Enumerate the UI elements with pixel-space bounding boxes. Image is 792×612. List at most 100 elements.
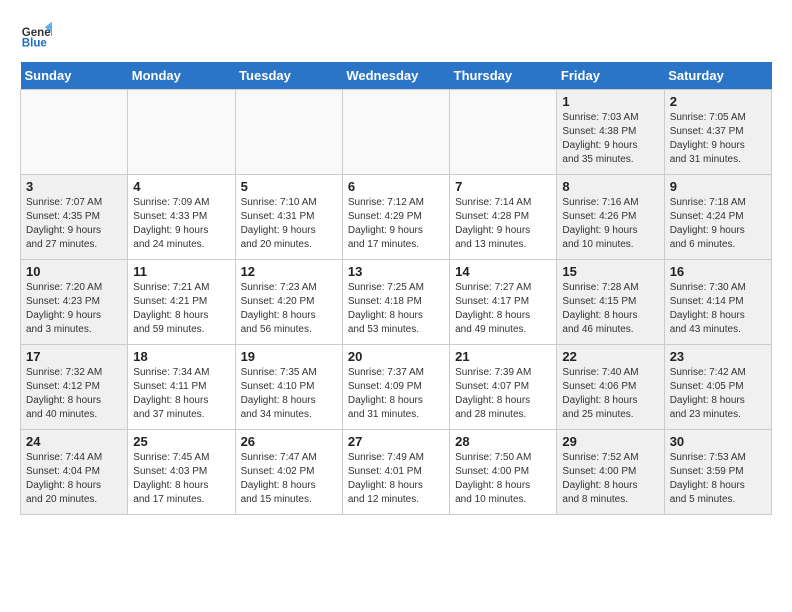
calendar-cell: 13 Sunrise: 7:25 AM Sunset: 4:18 PM Dayli… <box>342 260 449 345</box>
day-info: Sunrise: 7:16 AM Sunset: 4:26 PM Dayligh… <box>562 196 658 252</box>
day-info: Sunrise: 7:09 AM Sunset: 4:33 PM Dayligh… <box>133 196 229 252</box>
day-info: Sunrise: 7:21 AM Sunset: 4:21 PM Dayligh… <box>133 281 229 337</box>
logo-icon: General Blue <box>20 20 52 52</box>
logo: General Blue <box>20 20 52 52</box>
day-number: 26 <box>241 434 337 449</box>
calendar-cell: 5 Sunrise: 7:10 AM Sunset: 4:31 PM Daylig… <box>235 175 342 260</box>
calendar-cell <box>128 90 235 175</box>
calendar-cell: 30Sunrise: 7:53 AM Sunset: 3:59 PM Dayli… <box>664 430 771 515</box>
day-info: Sunrise: 7:39 AM Sunset: 4:07 PM Dayligh… <box>455 366 551 422</box>
day-info: Sunrise: 7:18 AM Sunset: 4:24 PM Dayligh… <box>670 196 766 252</box>
calendar-cell: 11 Sunrise: 7:21 AM Sunset: 4:21 PM Dayli… <box>128 260 235 345</box>
calendar-cell: 18Sunrise: 7:34 AM Sunset: 4:11 PM Dayli… <box>128 345 235 430</box>
day-info: Sunrise: 7:20 AM Sunset: 4:23 PM Dayligh… <box>26 281 122 337</box>
day-number: 21 <box>455 349 551 364</box>
calendar-cell: 3 Sunrise: 7:07 AM Sunset: 4:35 PM Daylig… <box>21 175 128 260</box>
weekday-header: Saturday <box>664 62 771 90</box>
day-number: 28 <box>455 434 551 449</box>
day-info: Sunrise: 7:40 AM Sunset: 4:06 PM Dayligh… <box>562 366 658 422</box>
calendar-week-row: 10 Sunrise: 7:20 AM Sunset: 4:23 PM Dayli… <box>21 260 772 345</box>
calendar-cell: 25 Sunrise: 7:45 AM Sunset: 4:03 PM Dayli… <box>128 430 235 515</box>
calendar-week-row: 17Sunrise: 7:32 AM Sunset: 4:12 PM Dayli… <box>21 345 772 430</box>
day-number: 20 <box>348 349 444 364</box>
day-number: 9 <box>670 179 766 194</box>
day-number: 8 <box>562 179 658 194</box>
calendar-cell: 29Sunrise: 7:52 AM Sunset: 4:00 PM Dayli… <box>557 430 664 515</box>
day-number: 3 <box>26 179 122 194</box>
calendar-cell: 6 Sunrise: 7:12 AM Sunset: 4:29 PM Daylig… <box>342 175 449 260</box>
calendar-body: 1 Sunrise: 7:03 AM Sunset: 4:38 PM Daylig… <box>21 90 772 515</box>
calendar-cell: 23 Sunrise: 7:42 AM Sunset: 4:05 PM Dayli… <box>664 345 771 430</box>
day-info: Sunrise: 7:05 AM Sunset: 4:37 PM Dayligh… <box>670 111 766 167</box>
day-number: 27 <box>348 434 444 449</box>
day-info: Sunrise: 7:50 AM Sunset: 4:00 PM Dayligh… <box>455 451 551 507</box>
day-number: 4 <box>133 179 229 194</box>
day-info: Sunrise: 7:47 AM Sunset: 4:02 PM Dayligh… <box>241 451 337 507</box>
day-number: 16 <box>670 264 766 279</box>
day-number: 15 <box>562 264 658 279</box>
day-number: 10 <box>26 264 122 279</box>
calendar-week-row: 3 Sunrise: 7:07 AM Sunset: 4:35 PM Daylig… <box>21 175 772 260</box>
weekday-header: Monday <box>128 62 235 90</box>
day-info: Sunrise: 7:12 AM Sunset: 4:29 PM Dayligh… <box>348 196 444 252</box>
day-info: Sunrise: 7:07 AM Sunset: 4:35 PM Dayligh… <box>26 196 122 252</box>
page-header: General Blue <box>20 20 772 52</box>
calendar-cell: 14 Sunrise: 7:27 AM Sunset: 4:17 PM Dayli… <box>450 260 557 345</box>
day-info: Sunrise: 7:10 AM Sunset: 4:31 PM Dayligh… <box>241 196 337 252</box>
day-number: 13 <box>348 264 444 279</box>
day-number: 19 <box>241 349 337 364</box>
calendar-week-row: 1 Sunrise: 7:03 AM Sunset: 4:38 PM Daylig… <box>21 90 772 175</box>
day-number: 6 <box>348 179 444 194</box>
svg-text:Blue: Blue <box>22 38 48 50</box>
day-number: 1 <box>562 94 658 109</box>
day-number: 2 <box>670 94 766 109</box>
calendar-cell: 8 Sunrise: 7:16 AM Sunset: 4:26 PM Daylig… <box>557 175 664 260</box>
day-info: Sunrise: 7:53 AM Sunset: 3:59 PM Dayligh… <box>670 451 766 507</box>
calendar-cell: 27 Sunrise: 7:49 AM Sunset: 4:01 PM Dayli… <box>342 430 449 515</box>
day-number: 12 <box>241 264 337 279</box>
day-info: Sunrise: 7:44 AM Sunset: 4:04 PM Dayligh… <box>26 451 122 507</box>
calendar-cell: 16 Sunrise: 7:30 AM Sunset: 4:14 PM Dayli… <box>664 260 771 345</box>
calendar-cell: 24 Sunrise: 7:44 AM Sunset: 4:04 PM Dayli… <box>21 430 128 515</box>
day-number: 14 <box>455 264 551 279</box>
calendar-table: SundayMondayTuesdayWednesdayThursdayFrid… <box>20 62 772 515</box>
day-number: 25 <box>133 434 229 449</box>
day-info: Sunrise: 7:03 AM Sunset: 4:38 PM Dayligh… <box>562 111 658 167</box>
day-info: Sunrise: 7:42 AM Sunset: 4:05 PM Dayligh… <box>670 366 766 422</box>
day-info: Sunrise: 7:45 AM Sunset: 4:03 PM Dayligh… <box>133 451 229 507</box>
day-number: 5 <box>241 179 337 194</box>
calendar-cell: 1 Sunrise: 7:03 AM Sunset: 4:38 PM Daylig… <box>557 90 664 175</box>
calendar-header-row: SundayMondayTuesdayWednesdayThursdayFrid… <box>21 62 772 90</box>
day-number: 23 <box>670 349 766 364</box>
calendar-cell: 10 Sunrise: 7:20 AM Sunset: 4:23 PM Dayli… <box>21 260 128 345</box>
calendar-cell: 9 Sunrise: 7:18 AM Sunset: 4:24 PM Daylig… <box>664 175 771 260</box>
calendar-cell <box>235 90 342 175</box>
day-number: 11 <box>133 264 229 279</box>
day-info: Sunrise: 7:49 AM Sunset: 4:01 PM Dayligh… <box>348 451 444 507</box>
calendar-cell <box>21 90 128 175</box>
day-info: Sunrise: 7:23 AM Sunset: 4:20 PM Dayligh… <box>241 281 337 337</box>
day-info: Sunrise: 7:35 AM Sunset: 4:10 PM Dayligh… <box>241 366 337 422</box>
calendar-cell: 17Sunrise: 7:32 AM Sunset: 4:12 PM Dayli… <box>21 345 128 430</box>
day-info: Sunrise: 7:27 AM Sunset: 4:17 PM Dayligh… <box>455 281 551 337</box>
day-number: 7 <box>455 179 551 194</box>
day-number: 22 <box>562 349 658 364</box>
day-info: Sunrise: 7:34 AM Sunset: 4:11 PM Dayligh… <box>133 366 229 422</box>
day-info: Sunrise: 7:25 AM Sunset: 4:18 PM Dayligh… <box>348 281 444 337</box>
weekday-header: Wednesday <box>342 62 449 90</box>
calendar-cell: 4 Sunrise: 7:09 AM Sunset: 4:33 PM Daylig… <box>128 175 235 260</box>
calendar-cell: 15 Sunrise: 7:28 AM Sunset: 4:15 PM Dayli… <box>557 260 664 345</box>
calendar-cell: 20 Sunrise: 7:37 AM Sunset: 4:09 PM Dayli… <box>342 345 449 430</box>
day-number: 24 <box>26 434 122 449</box>
day-number: 17 <box>26 349 122 364</box>
calendar-cell <box>342 90 449 175</box>
calendar-cell: 26 Sunrise: 7:47 AM Sunset: 4:02 PM Dayli… <box>235 430 342 515</box>
day-info: Sunrise: 7:30 AM Sunset: 4:14 PM Dayligh… <box>670 281 766 337</box>
calendar-cell: 21 Sunrise: 7:39 AM Sunset: 4:07 PM Dayli… <box>450 345 557 430</box>
day-info: Sunrise: 7:28 AM Sunset: 4:15 PM Dayligh… <box>562 281 658 337</box>
weekday-header: Tuesday <box>235 62 342 90</box>
day-info: Sunrise: 7:52 AM Sunset: 4:00 PM Dayligh… <box>562 451 658 507</box>
calendar-cell: 28 Sunrise: 7:50 AM Sunset: 4:00 PM Dayli… <box>450 430 557 515</box>
weekday-header: Sunday <box>21 62 128 90</box>
day-info: Sunrise: 7:37 AM Sunset: 4:09 PM Dayligh… <box>348 366 444 422</box>
